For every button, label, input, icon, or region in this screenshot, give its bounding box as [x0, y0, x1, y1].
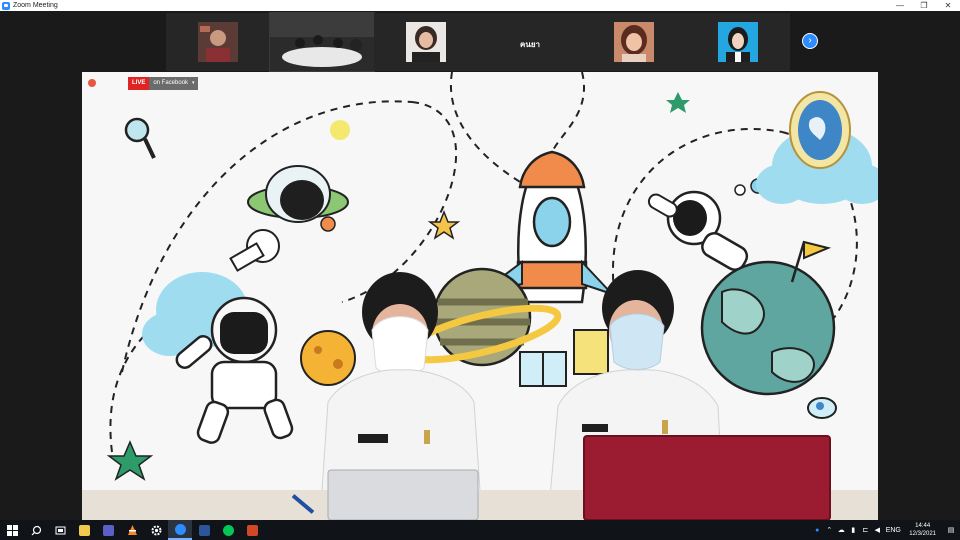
participant-tile[interactable]: [374, 13, 478, 71]
close-button[interactable]: ✕: [936, 0, 960, 11]
clock[interactable]: 14:44 12/3/2021: [909, 522, 936, 538]
word-icon: [198, 524, 210, 536]
chevron-up-icon[interactable]: ⌃: [823, 520, 835, 540]
task-view-button[interactable]: [48, 520, 72, 540]
windows-icon: [6, 524, 18, 536]
participant-tile[interactable]: ฅนยา: [478, 13, 582, 71]
vlc-icon: [127, 524, 137, 535]
task-view-icon: [55, 526, 65, 534]
participant-video: [614, 22, 654, 62]
participant-tile[interactable]: [166, 13, 270, 71]
recording-indicator-icon: [88, 79, 96, 87]
search-button[interactable]: [24, 520, 48, 540]
participant-name: ฅนยา: [520, 40, 540, 49]
start-button[interactable]: [0, 520, 24, 540]
help-icon[interactable]: ●: [811, 520, 823, 540]
windows-taskbar: ● ⌃ ☁ ▮ ⊏ ◀ ENG 14:44 12/3/2021 ▤: [0, 520, 960, 540]
volume-icon[interactable]: ◀: [871, 520, 883, 540]
file-explorer-button[interactable]: [72, 520, 96, 540]
clock-time: 14:44: [915, 523, 931, 529]
window-titlebar: Zoom Meeting — ❐ ✕: [0, 0, 960, 11]
participant-video: [406, 22, 446, 62]
powerpoint-button[interactable]: [240, 520, 264, 540]
zoom-icon: [174, 523, 186, 535]
notifications-icon[interactable]: ▤: [942, 520, 960, 540]
cloud-icon[interactable]: ☁: [835, 520, 847, 540]
language-indicator[interactable]: ENG: [883, 520, 903, 540]
battery-icon[interactable]: ▮: [847, 520, 859, 540]
gallery-next-button[interactable]: ›: [802, 33, 818, 49]
participant-video: [198, 22, 238, 62]
clock-date: 12/3/2021: [909, 531, 936, 537]
participant-tile[interactable]: [269, 12, 375, 72]
restore-button[interactable]: ❐: [912, 0, 936, 11]
participant-gallery: ฅนยา ›: [0, 11, 960, 72]
minimize-button[interactable]: —: [888, 0, 912, 11]
line-button[interactable]: [216, 520, 240, 540]
zoom-button[interactable]: [168, 520, 192, 540]
participant-video: [718, 22, 758, 62]
live-destination: on Facebook: [149, 77, 193, 90]
participant-video: [270, 13, 374, 71]
network-icon[interactable]: ⊏: [859, 520, 871, 540]
window-title: Zoom Meeting: [13, 2, 58, 9]
live-label: LIVE: [128, 77, 150, 90]
settings-button[interactable]: [144, 520, 168, 540]
vlc-button[interactable]: [120, 520, 144, 540]
gear-icon: [151, 525, 161, 535]
folder-icon: [78, 524, 90, 536]
live-stream-badge[interactable]: LIVE on Facebook ▾: [128, 77, 198, 90]
zoom-app-icon: [2, 1, 10, 10]
teams-button[interactable]: [96, 520, 120, 540]
speaker-video-scene: [82, 72, 878, 520]
search-icon: [31, 525, 41, 535]
participant-tile[interactable]: [686, 13, 790, 71]
teams-icon: [102, 524, 114, 536]
word-button[interactable]: [192, 520, 216, 540]
line-icon: [222, 524, 234, 536]
powerpoint-icon: [246, 524, 258, 536]
window-controls: — ❐ ✕: [888, 0, 960, 11]
participant-tile[interactable]: [582, 13, 686, 71]
chevron-down-icon: ▾: [192, 77, 198, 90]
active-speaker-video: LIVE on Facebook ▾: [82, 72, 878, 520]
system-tray: ● ⌃ ☁ ▮ ⊏ ◀ ENG 14:44 12/3/2021 ▤: [811, 520, 960, 540]
